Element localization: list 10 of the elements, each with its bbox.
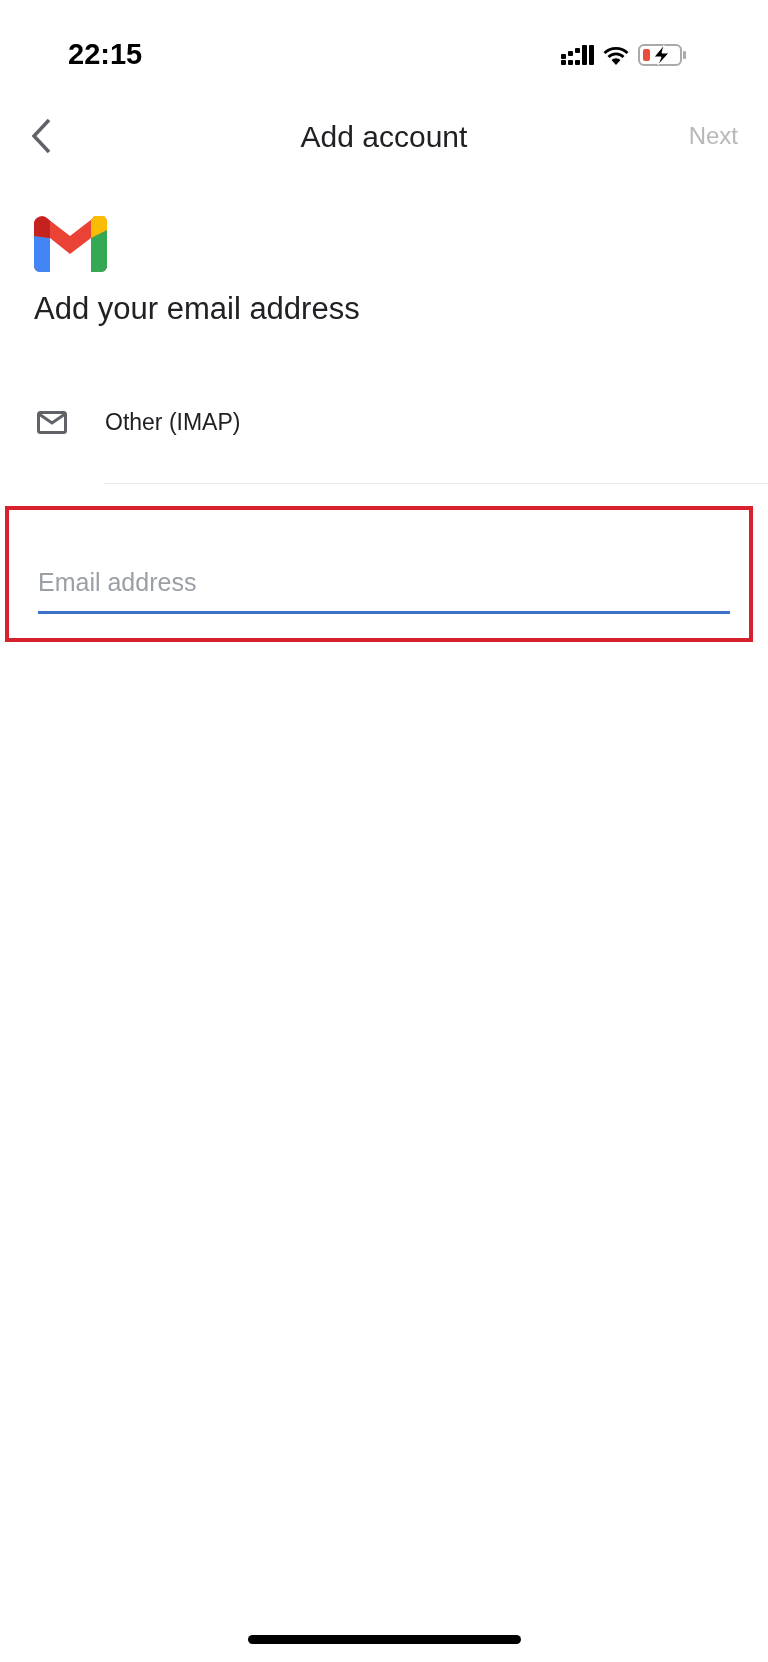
mail-icon	[37, 411, 67, 434]
status-time: 22:15	[68, 37, 143, 73]
wifi-icon	[602, 45, 630, 65]
mail-logo-icon	[34, 216, 107, 272]
screen-title: Add account	[300, 118, 468, 155]
provider-item[interactable]: Other (IMAP)	[0, 392, 768, 453]
back-button[interactable]	[30, 117, 52, 155]
email-field[interactable]: Email address	[38, 557, 730, 614]
signal-icon	[561, 45, 594, 65]
page-heading: Add your email address	[34, 290, 361, 328]
